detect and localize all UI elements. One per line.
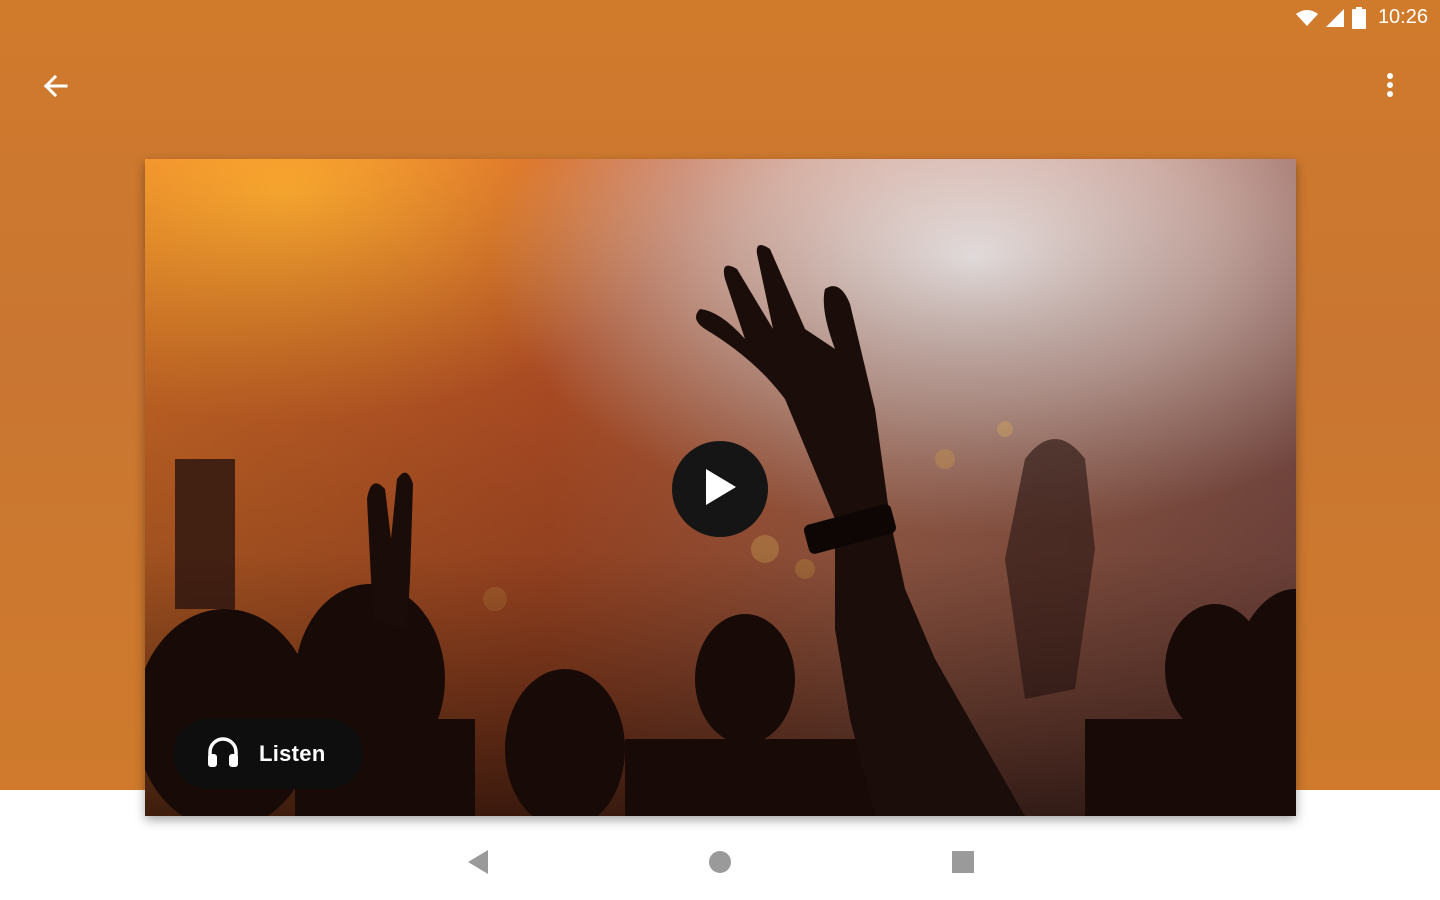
home-circle-icon [708, 850, 732, 879]
play-button[interactable] [672, 441, 768, 537]
arrow-back-icon [36, 74, 76, 110]
signal-icon [1325, 8, 1344, 27]
nav-back-button[interactable] [456, 842, 500, 886]
system-navigation-bar [0, 828, 1440, 900]
back-triangle-icon [466, 849, 490, 880]
battery-icon [1351, 6, 1366, 29]
status-bar: 10:26 [0, 0, 1440, 40]
more-vertical-icon [1370, 73, 1410, 110]
status-time: 10:26 [1377, 6, 1428, 28]
video-thumbnail[interactable]: Listen [145, 159, 1296, 816]
recents-square-icon [951, 850, 975, 879]
more-options-button[interactable] [1370, 66, 1410, 106]
nav-recents-button[interactable] [941, 842, 985, 886]
listen-button[interactable]: Listen [173, 719, 363, 789]
play-icon [702, 467, 738, 512]
toolbar [0, 56, 1440, 112]
nav-home-button[interactable] [698, 842, 742, 886]
listen-label: Listen [259, 741, 326, 766]
wifi-icon [1295, 9, 1318, 27]
headphones-icon [205, 734, 241, 775]
back-button[interactable] [36, 66, 76, 106]
